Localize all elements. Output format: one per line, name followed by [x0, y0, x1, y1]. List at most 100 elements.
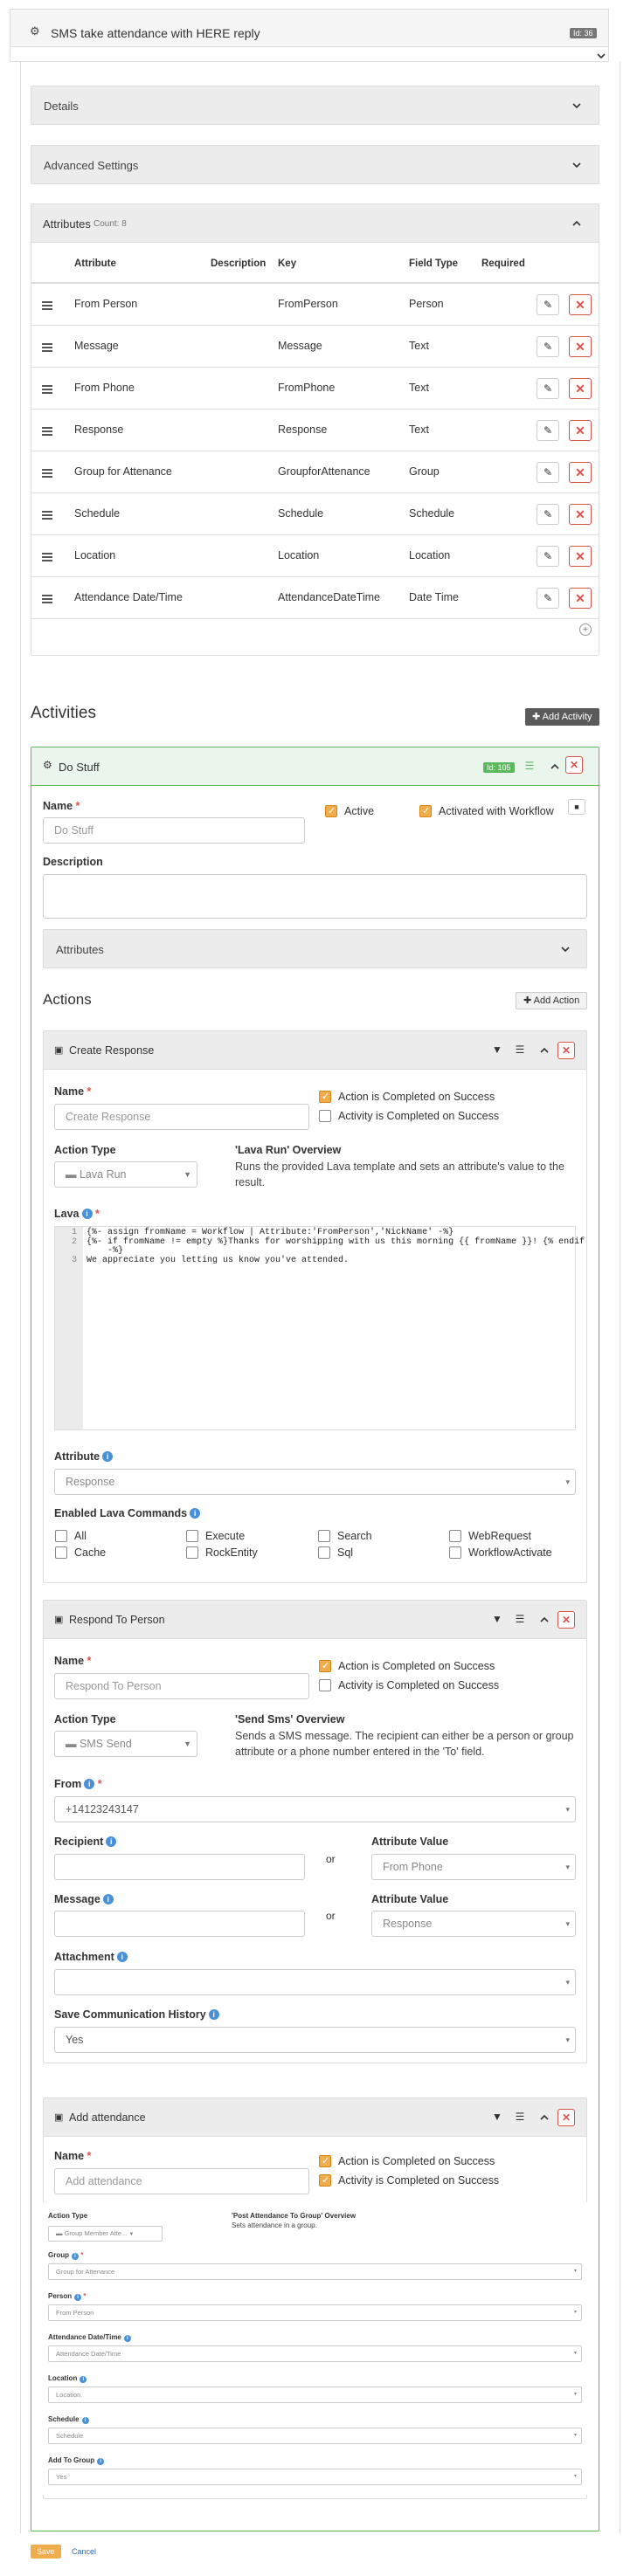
- info-icon[interactable]: i: [72, 2253, 79, 2260]
- chevron-up-icon[interactable]: [570, 217, 584, 231]
- info-icon[interactable]: i: [208, 2009, 219, 2020]
- info-icon[interactable]: i: [74, 2294, 82, 2301]
- delete-attribute-button[interactable]: ✕: [569, 504, 592, 525]
- info-icon[interactable]: i: [102, 1451, 114, 1462]
- field-select[interactable]: Group for Attenance ▾: [48, 2263, 582, 2280]
- drag-handle-icon[interactable]: [42, 595, 52, 603]
- info-icon[interactable]: i: [84, 1779, 95, 1789]
- activated-with-workflow-checkbox[interactable]: [419, 805, 432, 817]
- info-icon[interactable]: i: [102, 1894, 114, 1904]
- drag-handle-icon[interactable]: [42, 511, 52, 520]
- field-select[interactable]: Yes ▾: [48, 2469, 582, 2485]
- chevron-down-icon[interactable]: [594, 49, 608, 63]
- drag-handle-icon[interactable]: [42, 469, 52, 478]
- lava-command-checkbox[interactable]: [55, 1546, 67, 1559]
- drag-handle-icon[interactable]: [42, 343, 52, 352]
- add-attribute-icon[interactable]: +: [579, 623, 592, 636]
- active-checkbox[interactable]: [325, 805, 337, 817]
- delete-attribute-button[interactable]: ✕: [569, 546, 592, 567]
- message-attr-select[interactable]: Response ▾: [371, 1911, 576, 1937]
- drag-handle-icon[interactable]: [42, 553, 52, 561]
- chevron-up-icon[interactable]: [548, 760, 562, 774]
- delete-action-button[interactable]: ✕: [557, 1611, 575, 1629]
- info-icon[interactable]: i: [123, 2335, 131, 2342]
- action-type-select[interactable]: ▬ Group Member Atte... ▼: [48, 2226, 163, 2242]
- recipient-input[interactable]: [54, 1854, 305, 1880]
- delete-activity-button[interactable]: ✕: [565, 756, 583, 774]
- edit-attribute-button[interactable]: ✎: [537, 588, 559, 609]
- advanced-settings-section[interactable]: Advanced Settings: [31, 145, 599, 184]
- delete-action-button[interactable]: ✕: [557, 1042, 575, 1059]
- chevron-down-icon[interactable]: [570, 99, 584, 113]
- info-icon[interactable]: i: [81, 1209, 93, 1219]
- chevron-up-icon[interactable]: [537, 1043, 551, 1057]
- message-input[interactable]: [54, 1911, 305, 1937]
- info-icon[interactable]: i: [81, 2417, 89, 2424]
- field-select[interactable]: Location ▾: [48, 2387, 582, 2403]
- filter-icon[interactable]: ▼: [490, 1043, 504, 1057]
- activity-completed-checkbox[interactable]: [319, 1110, 331, 1122]
- edit-attribute-button[interactable]: ✎: [537, 462, 559, 483]
- menu-icon[interactable]: ☰: [523, 760, 537, 774]
- field-select[interactable]: Schedule ▾: [48, 2428, 582, 2444]
- delete-attribute-button[interactable]: ✕: [569, 336, 592, 357]
- menu-icon[interactable]: ☰: [513, 1613, 527, 1627]
- info-icon[interactable]: i: [97, 2458, 105, 2465]
- delete-attribute-button[interactable]: ✕: [569, 378, 592, 399]
- save-history-select[interactable]: Yes ▾: [54, 2027, 576, 2053]
- filter-icon[interactable]: ▼: [490, 1613, 504, 1627]
- action-completed-checkbox[interactable]: [319, 1660, 331, 1672]
- delete-action-button[interactable]: ✕: [557, 2109, 575, 2126]
- lava-command-checkbox[interactable]: [55, 1530, 67, 1542]
- lava-command-checkbox[interactable]: [449, 1546, 461, 1559]
- edit-attribute-button[interactable]: ✎: [537, 378, 559, 399]
- field-select[interactable]: Attendance Date/Time ▾: [48, 2345, 582, 2362]
- activity-completed-checkbox[interactable]: [319, 2174, 331, 2187]
- from-select[interactable]: +14123243147 ▾: [54, 1796, 576, 1822]
- delete-attribute-button[interactable]: ✕: [569, 462, 592, 483]
- save-button[interactable]: Save: [31, 2545, 61, 2559]
- menu-icon[interactable]: ☰: [513, 1043, 527, 1057]
- attribute-select[interactable]: Response ▾: [54, 1469, 576, 1495]
- lava-command-checkbox[interactable]: [449, 1530, 461, 1542]
- info-icon[interactable]: i: [106, 1836, 117, 1847]
- drag-handle-icon[interactable]: [42, 385, 52, 394]
- action-name-input[interactable]: Respond To Person: [54, 1673, 309, 1699]
- attachment-select[interactable]: ▾: [54, 1969, 576, 1995]
- lava-command-checkbox[interactable]: [318, 1530, 330, 1542]
- action-name-input[interactable]: Create Response: [54, 1104, 309, 1130]
- lava-command-checkbox[interactable]: [318, 1546, 330, 1559]
- field-select[interactable]: From Person ▾: [48, 2304, 582, 2321]
- activity-name-input[interactable]: Do Stuff: [43, 817, 305, 844]
- delete-attribute-button[interactable]: ✕: [569, 420, 592, 441]
- add-action-button[interactable]: ✚ Add Action: [516, 992, 588, 1009]
- info-icon[interactable]: i: [116, 1952, 128, 1962]
- recipient-attr-select[interactable]: From Phone ▾: [371, 1854, 576, 1880]
- activity-completed-checkbox[interactable]: [319, 1679, 331, 1691]
- description-textarea[interactable]: [43, 874, 587, 919]
- edit-attribute-button[interactable]: ✎: [537, 336, 559, 357]
- edit-attribute-button[interactable]: ✎: [537, 420, 559, 441]
- edit-attribute-button[interactable]: ✎: [537, 504, 559, 525]
- edit-attribute-button[interactable]: ✎: [537, 546, 559, 567]
- header-collapse-bar[interactable]: [10, 46, 609, 62]
- delete-attribute-button[interactable]: ✕: [569, 588, 592, 609]
- edit-attribute-button[interactable]: ✎: [537, 294, 559, 315]
- chevron-down-icon[interactable]: [570, 158, 584, 172]
- cancel-link[interactable]: Cancel: [72, 2547, 96, 2556]
- chevron-up-icon[interactable]: [537, 2111, 551, 2125]
- lava-command-checkbox[interactable]: [186, 1530, 198, 1542]
- action-name-input[interactable]: Add attendance: [54, 2168, 309, 2194]
- drag-handle-icon[interactable]: [42, 301, 52, 310]
- activity-attributes-section[interactable]: Attributes: [43, 929, 587, 968]
- info-icon[interactable]: i: [80, 2376, 87, 2383]
- lock-icon[interactable]: ■: [568, 799, 585, 815]
- chevron-up-icon[interactable]: [537, 1613, 551, 1627]
- menu-icon[interactable]: ☰: [513, 2111, 527, 2125]
- drag-handle-icon[interactable]: [42, 427, 52, 436]
- info-icon[interactable]: i: [190, 1508, 201, 1519]
- action-completed-checkbox[interactable]: [319, 1091, 331, 1103]
- filter-icon[interactable]: ▼: [490, 2111, 504, 2125]
- add-activity-button[interactable]: ✚ Add Activity: [525, 708, 599, 726]
- chevron-down-icon[interactable]: [558, 942, 572, 956]
